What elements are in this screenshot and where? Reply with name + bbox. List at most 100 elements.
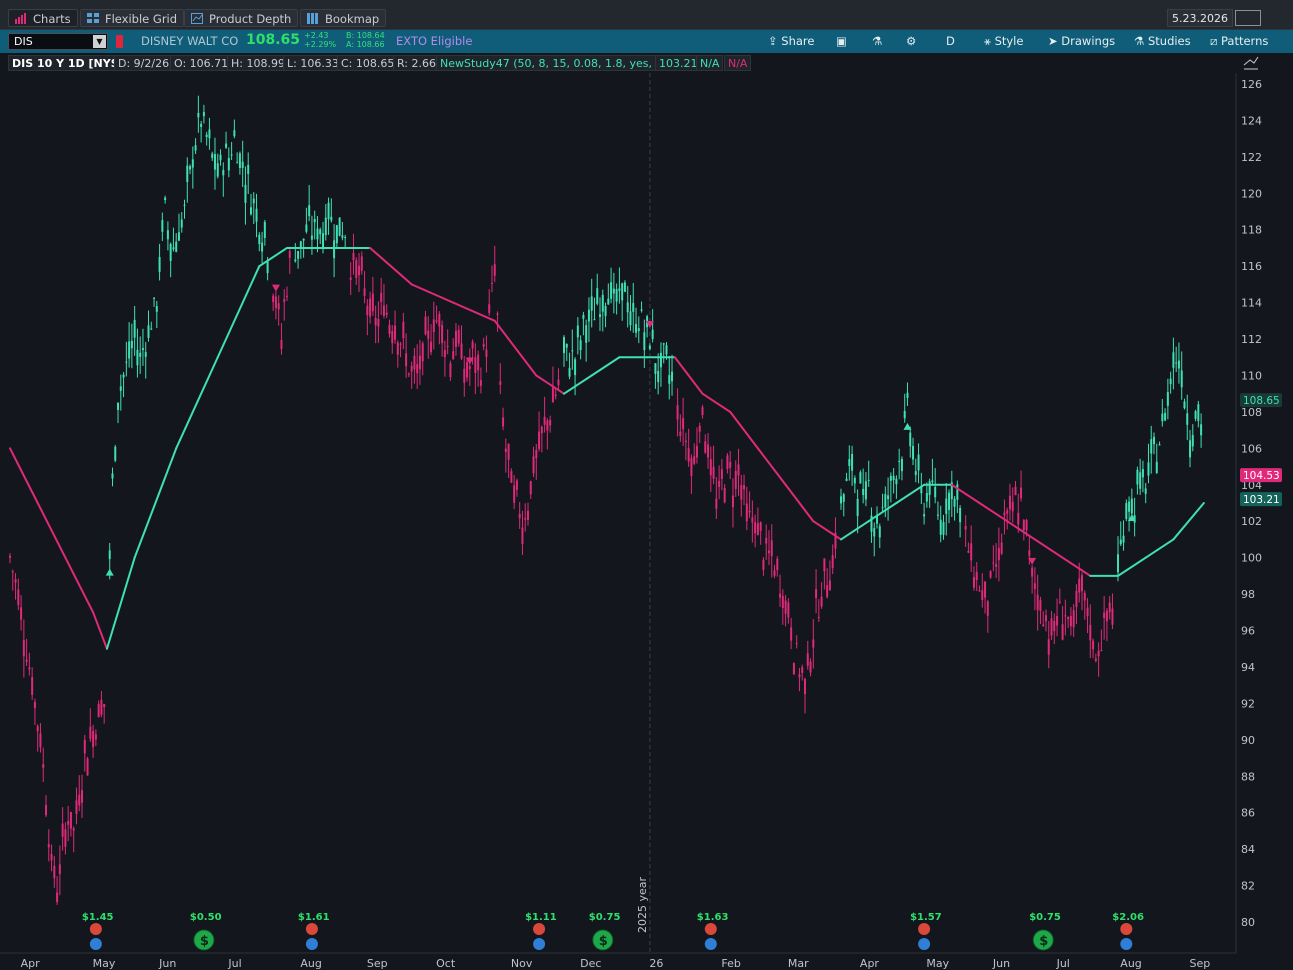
candle-body xyxy=(302,238,305,241)
tab-product-depth[interactable]: Product Depth xyxy=(184,9,299,27)
candle-body xyxy=(1033,583,1036,589)
y-tick-label: 114 xyxy=(1241,297,1262,310)
candle-body xyxy=(130,340,133,349)
candle-body xyxy=(972,577,975,588)
candle-body xyxy=(482,344,485,347)
candle-body xyxy=(1022,519,1025,531)
style-button[interactable]: ⚹ Style xyxy=(984,34,1023,49)
candle-body xyxy=(158,256,161,272)
patterns-button[interactable]: ⧄ Patterns xyxy=(1210,34,1268,49)
last-price-badge-text: 108.65 xyxy=(1243,395,1280,407)
info-icon xyxy=(533,938,546,950)
candle-body xyxy=(659,352,662,368)
candle-body xyxy=(579,340,582,351)
candle-body xyxy=(474,357,477,373)
study-label[interactable]: NewStudy47 (50, 8, 15, 0.08, 1.8, yes, y… xyxy=(436,55,683,71)
candle-body xyxy=(845,478,848,481)
chevron-down-icon[interactable]: ▼ xyxy=(93,35,106,48)
candle-body xyxy=(252,198,255,204)
candle-body xyxy=(197,112,200,118)
candle-body xyxy=(349,277,352,280)
candle-body xyxy=(1061,624,1064,640)
candle-body xyxy=(704,441,707,453)
info-icon xyxy=(1120,938,1133,950)
x-tick-label: Aug xyxy=(300,957,321,970)
drawings-button[interactable]: ➤ Drawings xyxy=(1048,34,1115,48)
candle-body xyxy=(471,341,474,349)
candle-body xyxy=(992,562,995,564)
window-layout-icon[interactable] xyxy=(1235,10,1261,26)
candle-body xyxy=(851,453,854,471)
candle-body xyxy=(1056,615,1059,626)
candle-body xyxy=(546,420,549,431)
candle-body xyxy=(1130,498,1133,514)
candle-body xyxy=(831,555,834,569)
share-button[interactable]: ⇪ Share xyxy=(768,34,814,48)
candle-body xyxy=(776,558,779,571)
candle-body xyxy=(479,380,482,386)
bid: B: 108.64 xyxy=(346,31,385,40)
candle-body xyxy=(682,418,685,430)
candle-body xyxy=(693,456,696,464)
bar-high: H: 108.99 xyxy=(227,55,289,71)
tab-charts[interactable]: Charts xyxy=(8,9,78,27)
candle-body xyxy=(975,571,978,581)
candle-body xyxy=(449,363,452,378)
candle-body xyxy=(338,217,341,236)
gear-icon: ⚙ xyxy=(906,34,917,48)
candle-body xyxy=(507,444,510,460)
y-tick-label: 88 xyxy=(1241,770,1255,783)
chart-info-bar: DIS 10 Y 1D [NYSE] D: 9/2/26 O: 106.71 H… xyxy=(0,53,1293,73)
y-tick-label: 90 xyxy=(1241,734,1255,747)
candle-body xyxy=(263,221,266,239)
flask-button[interactable]: ⚗ xyxy=(872,34,882,48)
candle-body xyxy=(551,387,554,403)
candle-body xyxy=(632,303,635,312)
candle-body xyxy=(526,510,529,520)
change-abs: +2.43 xyxy=(304,31,329,40)
candle-body xyxy=(621,283,624,301)
candle-body xyxy=(784,600,787,614)
candle-body xyxy=(1003,512,1006,516)
candle-body xyxy=(601,294,604,312)
candle-body xyxy=(363,288,366,296)
chart-expand-icon[interactable] xyxy=(1242,55,1260,71)
settings-button[interactable]: ⚙ xyxy=(906,34,916,48)
candle-body xyxy=(767,550,770,554)
candle-body xyxy=(416,364,419,374)
candle-body xyxy=(737,464,740,476)
studies-button[interactable]: ⚗ Studies xyxy=(1134,34,1191,48)
timeframe-button[interactable]: D xyxy=(946,34,955,48)
candle-body xyxy=(1200,424,1203,436)
symbol-input[interactable]: DIS ▼ xyxy=(8,33,108,50)
candle-body xyxy=(283,299,286,302)
candle-body xyxy=(695,445,698,458)
candle-body xyxy=(1161,413,1164,422)
candle-body xyxy=(114,446,117,461)
candle-body xyxy=(781,595,784,608)
style-icon: ⚹ xyxy=(984,34,991,48)
y-tick-label: 96 xyxy=(1241,625,1255,638)
event-amount-label: $1.45 xyxy=(82,912,114,923)
candle-body xyxy=(862,488,865,495)
candle-body xyxy=(1072,610,1075,628)
x-tick-label: Jul xyxy=(227,957,241,970)
candle-body xyxy=(58,864,61,875)
candle-body xyxy=(125,361,128,363)
candle-body xyxy=(183,204,186,206)
tab-flexible-grid[interactable]: Flexible Grid xyxy=(80,9,185,27)
alert-flag-icon[interactable] xyxy=(116,35,123,48)
bar-low: L: 106.33 xyxy=(283,55,343,71)
event-amount-label: $0.50 xyxy=(190,912,222,923)
candle-body xyxy=(779,593,782,598)
bar-chart-icon xyxy=(15,13,26,24)
tab-bar: Charts Flexible Grid Product Depth Bookm… xyxy=(0,7,1293,30)
candle-body xyxy=(770,540,773,557)
candle-body xyxy=(75,800,78,814)
candle-body xyxy=(978,590,981,592)
snapshot-button[interactable]: ▣ xyxy=(836,34,847,48)
grid-icon xyxy=(87,13,99,23)
price-chart[interactable]: 8082848688909294969810010210410610811011… xyxy=(0,73,1293,970)
y-tick-label: 124 xyxy=(1241,114,1262,127)
tab-bookmap[interactable]: Bookmap xyxy=(300,9,387,27)
